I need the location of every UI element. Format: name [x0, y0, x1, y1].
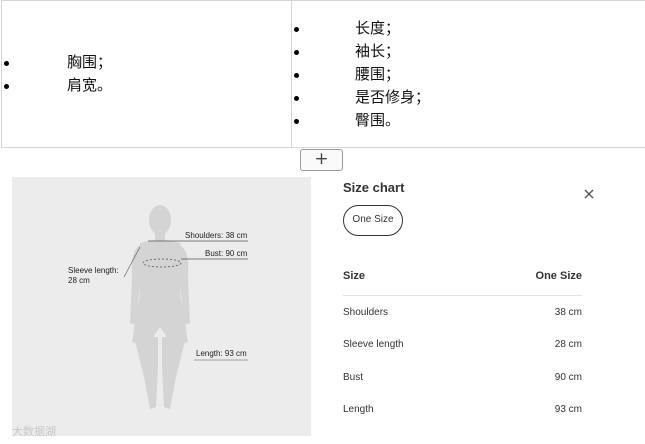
sleeve-length-label: Sleeve length: 28 cm: [68, 266, 119, 285]
bullet-icon: [294, 118, 299, 124]
bullet-icon: [4, 61, 9, 66]
list-item: 胸围；: [2, 51, 291, 74]
size-chart-title: Size chart: [343, 180, 405, 195]
bullet-list-right: 长度； 袖长； 腰围； 是否修身； 臀围。: [292, 17, 645, 132]
document-table: 胸围； 肩宽。 长度； 袖长； 腰围； 是否修身； 臀围。: [1, 0, 645, 148]
size-figure-panel: Shoulders: 38 cm Bust: 90 cm Sleeve leng…: [12, 177, 311, 436]
list-item: 袖长；: [292, 40, 645, 63]
table-cell-right[interactable]: 长度； 袖长； 腰围； 是否修身； 臀围。: [291, 0, 645, 148]
list-item: 长度；: [292, 17, 645, 40]
bullet-list-left: 胸围； 肩宽。: [2, 51, 291, 97]
bullet-icon: [294, 95, 299, 101]
bullet-icon: [4, 84, 9, 89]
bullet-icon: [294, 49, 299, 55]
list-item: 肩宽。: [2, 74, 291, 97]
add-row-button[interactable]: +: [300, 149, 343, 171]
list-item: 臀围。: [292, 109, 645, 132]
table-cell-left[interactable]: 胸围； 肩宽。: [1, 0, 292, 148]
length-label: Length: 93 cm: [196, 349, 247, 358]
bust-label: Bust: 90 cm: [205, 249, 248, 258]
list-item: 腰围；: [292, 63, 645, 86]
size-option-button[interactable]: One Size: [343, 205, 403, 236]
body-silhouette-illustration: [123, 205, 248, 409]
bullet-icon: [294, 26, 299, 32]
divider: [343, 295, 582, 296]
header-value: One Size: [535, 270, 582, 282]
bullet-icon: [294, 72, 299, 78]
header-label: Size: [343, 270, 366, 282]
watermark: 大数据湖: [12, 425, 56, 438]
shoulders-label: Shoulders: 38 cm: [185, 231, 248, 240]
close-icon[interactable]: [582, 187, 596, 201]
list-item: 是否修身；: [292, 86, 645, 109]
